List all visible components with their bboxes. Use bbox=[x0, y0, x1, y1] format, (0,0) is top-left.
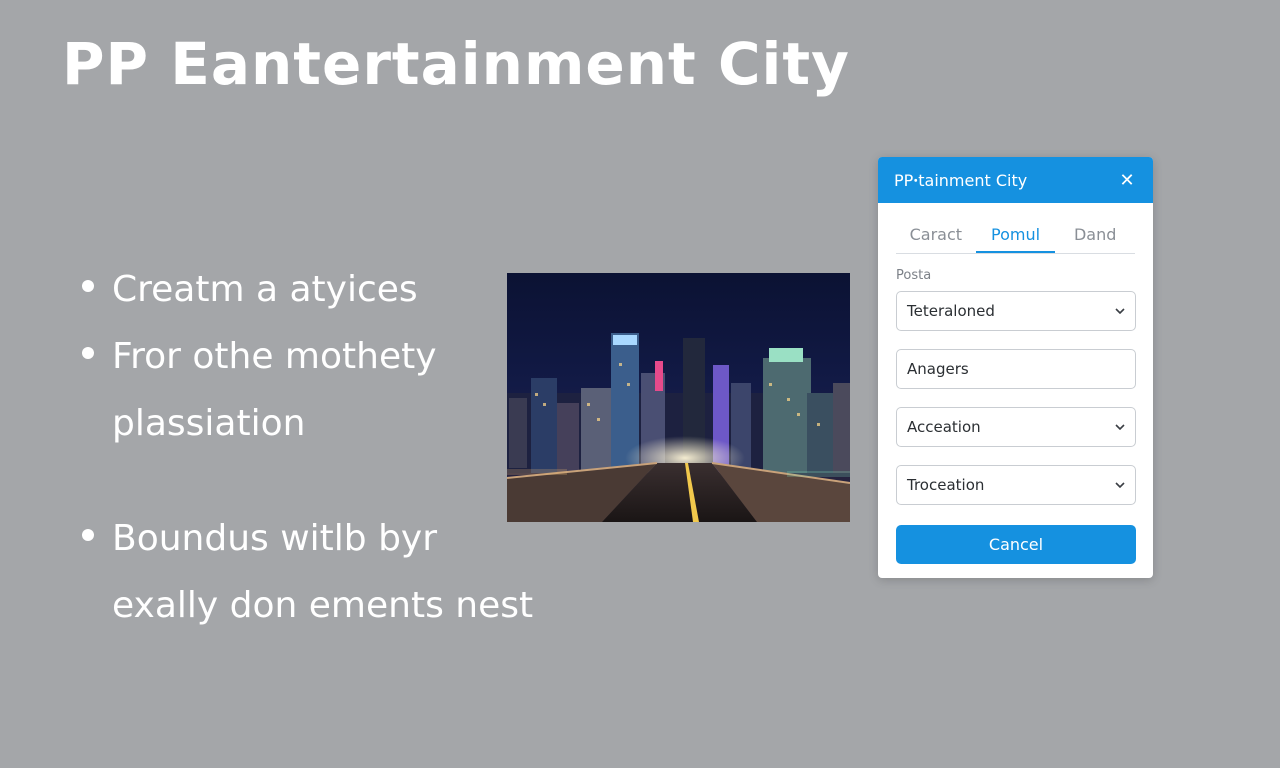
entertainment-dialog: PPꞏtainment City ✕ Caract Pomul Dand Pos… bbox=[878, 157, 1153, 578]
bullet-item: Creatm a atyices bbox=[78, 256, 538, 323]
chevron-down-icon bbox=[1115, 306, 1125, 316]
bullet-list: Creatm a atyices Fror othe mothety plass… bbox=[78, 256, 538, 639]
field-label: Posta bbox=[896, 268, 932, 283]
bullet-item: Boundus witlb byr exally don ements nest bbox=[78, 505, 538, 639]
select-field-1[interactable]: Teteraloned bbox=[896, 291, 1136, 331]
close-button[interactable]: ✕ bbox=[1117, 169, 1137, 191]
bullet-item: Fror othe mothety plassiation bbox=[78, 323, 538, 457]
tab-dand[interactable]: Dand bbox=[1055, 221, 1135, 253]
dialog-header: PPꞏtainment City ✕ bbox=[878, 157, 1153, 203]
chevron-down-icon bbox=[1115, 480, 1125, 490]
dialog-title: PPꞏtainment City bbox=[894, 171, 1028, 190]
select-field-3[interactable]: Troceation bbox=[896, 465, 1136, 505]
cancel-button[interactable]: Cancel bbox=[896, 525, 1136, 564]
select-value: Acceation bbox=[907, 418, 981, 436]
page-title: PP Eantertainment City bbox=[62, 30, 850, 98]
select-field-2[interactable]: Acceation bbox=[896, 407, 1136, 447]
chevron-down-icon bbox=[1115, 422, 1125, 432]
close-icon: ✕ bbox=[1119, 169, 1135, 191]
input-value: Anagers bbox=[907, 360, 969, 378]
select-value: Troceation bbox=[907, 476, 985, 494]
city-night-photo bbox=[507, 273, 850, 522]
slide-canvas: PP Eantertainment City Creatm a atyices … bbox=[0, 0, 1280, 768]
tab-caract[interactable]: Caract bbox=[896, 221, 976, 253]
select-value: Teteraloned bbox=[907, 302, 995, 320]
text-input-field[interactable]: Anagers bbox=[896, 349, 1136, 389]
tab-pomul[interactable]: Pomul bbox=[975, 221, 1056, 253]
dialog-tabs: Caract Pomul Dand bbox=[896, 221, 1135, 254]
